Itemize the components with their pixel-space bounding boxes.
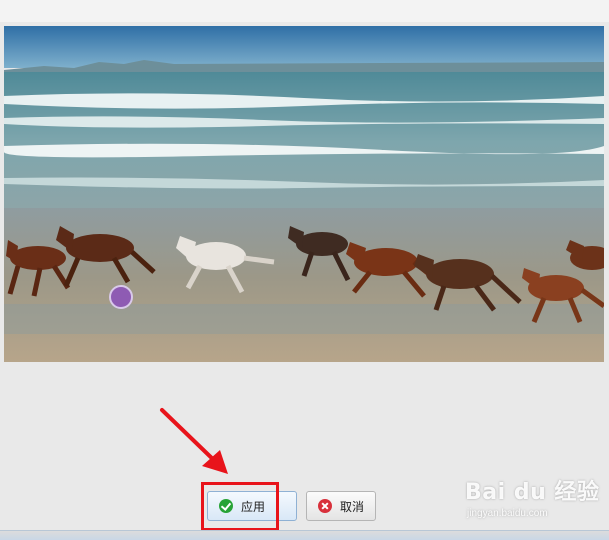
image-preview (4, 26, 604, 362)
watermark-logo: Bai du 经验 (465, 480, 600, 505)
cancel-button-label: 取消 (340, 499, 365, 514)
close-circle-icon (318, 499, 332, 513)
watermark-url: jingyan.baidu.com (467, 508, 548, 519)
beach-horses-image (4, 26, 604, 362)
annotation-arrow-icon (160, 408, 228, 474)
dialog-top-strip (0, 0, 609, 22)
baidu-jingyan-watermark: Bai du 经验 jingyan.baidu.com (465, 474, 605, 526)
cursor-position-marker (109, 285, 133, 309)
annotation-highlight-box (201, 482, 279, 531)
cancel-button[interactable]: 取消 (306, 491, 376, 521)
